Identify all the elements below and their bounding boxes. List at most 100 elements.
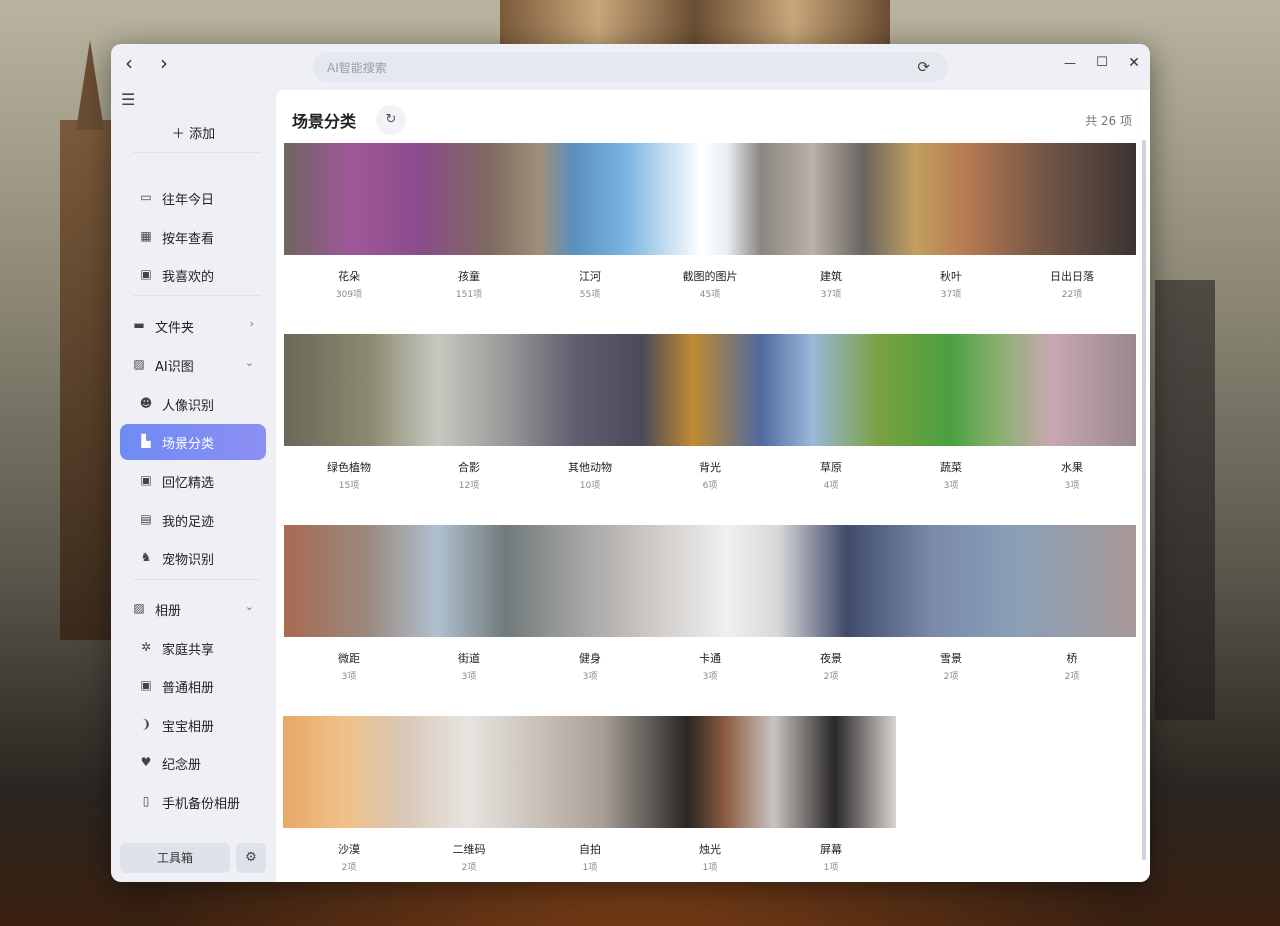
sidebar-item-pet[interactable]: ♞ 宠物识别 [120,540,266,576]
category-name: 雪景 [940,652,962,665]
category-count: 151项 [455,290,483,300]
add-button[interactable]: ＋ 添加 [121,120,266,150]
albums-icon: ▨ [133,601,145,615]
category-item[interactable]: 自拍 1项 [530,841,650,873]
category-item[interactable]: 水果 3项 [1012,459,1132,491]
category-name: 蔬菜 [940,461,962,474]
sidebar-item-memorial[interactable]: ♥ 纪念册 [120,745,266,781]
sidebar-item-by-year[interactable]: ▦ 按年查看 [120,219,266,255]
category-count: 3项 [1064,481,1080,491]
settings-button[interactable]: ⚙ [236,843,266,873]
refresh-button[interactable]: ↻ [376,105,406,135]
category-item[interactable]: 江河 55项 [530,268,650,300]
category-name: 夜景 [820,652,842,665]
sidebar-item-label: 手机备份相册 [162,797,241,812]
sidebar-item-label: 回忆精选 [162,476,215,491]
face-icon: ☻ [139,396,153,410]
back-button[interactable]: ‹ [116,50,142,76]
category-name: 其他动物 [568,461,612,474]
category-item[interactable]: 蔬菜 3项 [891,459,1011,491]
family-icon: ✲ [140,640,152,654]
category-item[interactable]: 秋叶 37项 [891,268,1011,300]
forward-button[interactable]: › [151,50,177,76]
sidebar-group-ai[interactable]: ▨ AI识图 ⌄ [120,347,266,383]
sidebar-item-favorites[interactable]: ▣ 我喜欢的 [120,257,266,293]
search-bar[interactable]: AI智能搜索 ⟳ [313,52,948,82]
category-count: 3项 [943,481,959,491]
thumbnail-strip[interactable] [284,334,1136,446]
maximize-button[interactable]: ☐ [1089,50,1115,76]
sidebar-item-on-this-day[interactable]: ▭ 往年今日 [120,180,266,216]
category-item[interactable]: 卡通 3项 [650,650,770,682]
category-item[interactable]: 截图的图片 45项 [650,268,770,300]
category-name: 健身 [579,652,601,665]
pet-icon: ♞ [140,550,152,564]
category-name: 孩童 [458,270,480,283]
category-count: 3项 [341,672,357,682]
sidebar-item-face[interactable]: ☻ 人像识别 [120,386,266,422]
scrollbar[interactable] [1142,140,1146,860]
category-item[interactable]: 雪景 2项 [891,650,1011,682]
thumbnail-strip[interactable] [284,525,1136,637]
category-item[interactable]: 夜景 2项 [771,650,891,682]
calendar-icon: ▭ [140,190,152,204]
category-count: 10项 [579,481,601,491]
sidebar-item-baby-album[interactable]: ❩ 宝宝相册 [120,707,266,743]
scene-icon: ▙ [141,434,151,448]
category-name: 合影 [458,461,480,474]
category-item[interactable]: 健身 3项 [530,650,650,682]
category-item[interactable]: 微距 3项 [289,650,409,682]
category-count: 12项 [458,481,480,491]
sidebar-collapse-icon[interactable]: ☰ [121,90,135,109]
category-name: 自拍 [579,843,601,856]
category-item[interactable]: 背光 6项 [650,459,770,491]
sidebar-item-scene[interactable]: ▙ 场景分类 [120,424,266,460]
sidebar-item-normal-album[interactable]: ▣ 普通相册 [120,668,266,704]
category-item[interactable]: 建筑 37项 [771,268,891,300]
category-item[interactable]: 绿色植物 15项 [289,459,409,491]
category-item[interactable]: 二维码 2项 [409,841,529,873]
category-count: 309项 [335,290,363,300]
category-item[interactable]: 草原 4项 [771,459,891,491]
page-title: 场景分类 [292,112,357,131]
category-count: 4项 [823,481,839,491]
category-item[interactable]: 屏幕 1项 [771,841,891,873]
category-item[interactable]: 花朵 309项 [289,268,409,300]
sidebar-group-folders[interactable]: ▬ 文件夹 › [120,308,266,344]
category-item[interactable]: 日出日落 22项 [1012,268,1132,300]
chevron-down-icon: ⌄ [244,600,254,613]
category-name: 微距 [338,652,360,665]
divider [133,579,261,580]
sidebar-group-albums[interactable]: ▨ 相册 ⌄ [120,591,266,627]
sidebar-item-label: 往年今日 [162,193,215,208]
sidebar-item-label: 人像识别 [162,399,215,414]
title-bar: ‹ › AI智能搜索 ⟳ — ☐ ✕ [111,44,1150,90]
search-placeholder: AI智能搜索 [327,61,387,75]
category-item[interactable]: 桥 2项 [1012,650,1132,682]
category-count: 6项 [702,481,718,491]
category-item[interactable]: 其他动物 10项 [530,459,650,491]
sidebar-item-phone-backup[interactable]: ▯ 手机备份相册 [120,784,266,820]
close-button[interactable]: ✕ [1121,50,1147,76]
category-item[interactable]: 沙漠 2项 [289,841,409,873]
category-item[interactable]: 烛光 1项 [650,841,770,873]
toolbox-button[interactable]: 工具箱 [120,843,230,873]
thumbnail-strip[interactable] [283,716,896,828]
category-count: 2项 [943,672,959,682]
sidebar-item-footprint[interactable]: ▤ 我的足迹 [120,502,266,538]
memory-icon: ▣ [140,473,152,487]
favorite-icon: ▣ [140,267,152,281]
category-item[interactable]: 街道 3项 [409,650,529,682]
album-icon: ▣ [140,678,152,692]
sidebar-item-memory[interactable]: ▣ 回忆精选 [120,463,266,499]
minimize-button[interactable]: — [1057,50,1083,76]
category-count: 1项 [702,863,718,873]
plus-icon: ＋ [171,127,190,142]
thumbnail-strip[interactable] [284,143,1136,255]
category-item[interactable]: 合影 12项 [409,459,529,491]
image-search-icon[interactable]: ⟳ [917,58,930,76]
category-count: 22项 [1061,290,1083,300]
category-item[interactable]: 孩童 151项 [409,268,529,300]
sidebar-item-family-share[interactable]: ✲ 家庭共享 [120,630,266,666]
category-name: 花朵 [338,270,360,283]
